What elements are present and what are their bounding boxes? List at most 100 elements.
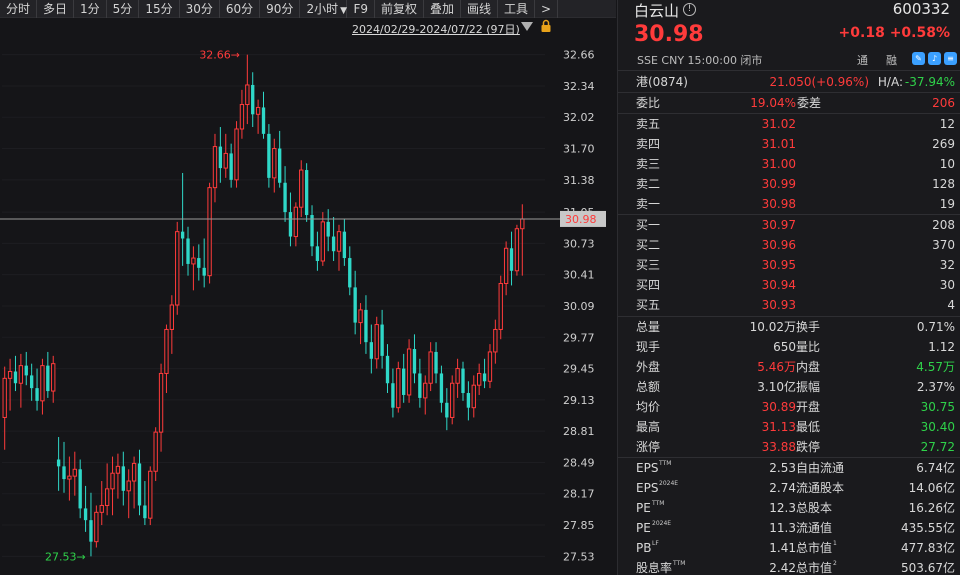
candle-body — [493, 328, 498, 353]
row-label-2: 振幅 — [796, 380, 821, 394]
row-value: 31.13 — [761, 420, 796, 434]
toolbar-item-label: 2小时 — [306, 2, 339, 16]
toolbar-item-label: 多日 — [43, 2, 68, 16]
info-icon[interactable]: ! — [683, 3, 696, 16]
stat-row[interactable]: 总量 10.02万 换手 0.71% — [618, 317, 960, 337]
ask-row[interactable]: 卖二 30.99 128 — [618, 174, 960, 194]
candle-body — [18, 365, 24, 384]
ask-row[interactable]: 卖五 31.02 12 — [618, 114, 960, 134]
stock-code: 600332 — [892, 0, 950, 18]
edit-icon[interactable]: ✎ — [912, 52, 925, 65]
y-tick-label: 31.38 — [563, 174, 595, 187]
kline-chart[interactable]: 32.6632.3432.0231.7031.3831.0530.7330.41… — [0, 19, 616, 575]
date-range-link[interactable]: 2024/02/29-2024/07/22 (97日) — [352, 21, 520, 37]
row-value-2: 4 — [947, 298, 955, 312]
toolbar-item-8[interactable]: 2小时 ▼ — [300, 0, 348, 18]
candle-body — [126, 480, 131, 492]
toolbar-item-13[interactable]: 工具 — [498, 0, 536, 18]
row-value-2: 435.55亿 — [901, 521, 955, 535]
candle-body — [239, 104, 245, 130]
candle-body — [78, 469, 82, 509]
row-value-2: 128 — [932, 177, 955, 191]
y-tick-label: 30.41 — [563, 269, 595, 282]
toolbar-item-4[interactable]: 15分 — [139, 0, 180, 18]
stat-row[interactable]: 总额 3.10亿 振幅 2.37% — [618, 377, 960, 397]
y-tick-label: 27.85 — [563, 519, 595, 532]
candle-body — [331, 236, 336, 252]
row-label-2: 跌停 — [796, 440, 821, 454]
candle-body — [455, 368, 460, 384]
label-superscript: 1 — [833, 540, 837, 547]
candle-body — [131, 462, 137, 482]
bell-icon[interactable]: ♪ — [928, 52, 941, 65]
bid-row[interactable]: 买一 30.97 208 — [618, 215, 960, 235]
hk-row[interactable]: 港(0874) 21.050(+0.96%) H/A: -37.94% — [618, 72, 960, 92]
stock-name: 白云山 — [634, 2, 680, 20]
bid-row[interactable]: 买三 30.95 32 — [618, 255, 960, 275]
row-value: 11.3 — [769, 521, 796, 535]
bid-row[interactable]: 买五 30.93 4 — [618, 295, 960, 315]
ask-row[interactable]: 卖四 31.01 269 — [618, 134, 960, 154]
candle-body — [251, 84, 255, 115]
toolbar-item-0[interactable]: 分时 — [0, 0, 38, 18]
toolbar-item-label: F9 — [353, 2, 368, 16]
stat-row[interactable]: 现手 650 量比 1.12 — [618, 337, 960, 357]
row-value: 31.02 — [761, 117, 796, 131]
y-tick-label: 28.17 — [563, 488, 595, 501]
toolbar-item-7[interactable]: 90分 — [260, 0, 301, 18]
stat-row[interactable]: 均价 30.89 开盘 30.75 — [618, 397, 960, 417]
candle-body — [143, 505, 147, 519]
bid-row[interactable]: 买二 30.96 370 — [618, 235, 960, 255]
lock-icon[interactable] — [540, 19, 552, 33]
candle-body — [207, 187, 212, 277]
candle-body — [466, 393, 471, 408]
toolbar-item-11[interactable]: 叠加 — [424, 0, 462, 18]
fundamental-row[interactable]: PE 2024E 11.3 流通值 435.55亿 — [618, 518, 960, 538]
ask-row[interactable]: 卖三 31.00 10 — [618, 154, 960, 174]
row-value-2: 30 — [939, 278, 955, 292]
fundamental-row[interactable]: 股息率 TTM 2.42 总市值 503.67亿 2 — [618, 558, 960, 575]
toolbar-item-5[interactable]: 30分 — [180, 0, 220, 18]
candle-body — [99, 504, 104, 513]
toolbar-item-label: 30分 — [185, 2, 213, 16]
toolbar-item-14[interactable]: > — [535, 0, 559, 18]
candle-body — [46, 365, 50, 392]
toolbar-item-9[interactable]: F9 — [347, 0, 375, 18]
candle-body — [498, 282, 503, 330]
label-superscript: LF — [652, 540, 659, 547]
label-superscript: 2 — [833, 560, 837, 567]
toolbar-item-10[interactable]: 前复权 — [375, 0, 424, 18]
ask-row[interactable]: 卖一 30.98 19 — [618, 194, 960, 214]
row-label: 股息率 — [636, 561, 673, 575]
row-value: 2.53 — [769, 461, 796, 475]
candle-body — [272, 148, 277, 179]
range-dropdown-caret-icon[interactable] — [521, 22, 533, 31]
toolbar-item-label: 工具 — [504, 2, 529, 16]
row-label-2: 总市值 — [796, 561, 833, 575]
toolbar-item-12[interactable]: 画线 — [461, 0, 499, 18]
stat-row[interactable]: 最高 31.13 最低 30.40 — [618, 417, 960, 437]
candle-body — [520, 218, 525, 230]
row-value: 2.42 — [769, 561, 796, 575]
bid-row[interactable]: 买四 30.94 30 — [618, 275, 960, 295]
fundamental-row[interactable]: EPS 2024E 2.74 流通股本 14.06亿 — [618, 478, 960, 498]
row-value-2: 4.57万 — [916, 360, 955, 374]
candle-body — [503, 247, 509, 284]
toolbar-item-3[interactable]: 5分 — [107, 0, 140, 18]
menu-icon[interactable]: ≡ — [944, 52, 957, 65]
candle-body — [412, 349, 417, 374]
kline-chart-panel[interactable]: 32.6632.3432.0231.7031.3831.0530.7330.41… — [0, 19, 616, 575]
stat-row[interactable]: 外盘 5.46万 内盘 4.57万 — [618, 357, 960, 377]
y-tick-label: 29.13 — [563, 394, 595, 407]
row-label: 买三 — [636, 258, 661, 272]
candle-body — [2, 377, 7, 418]
toolbar-item-6[interactable]: 60分 — [220, 0, 261, 18]
toolbar-item-2[interactable]: 1分 — [74, 0, 107, 18]
candle-body — [509, 248, 514, 271]
row-value-2: 477.83亿 — [901, 541, 955, 555]
row-label-2: 内盘 — [796, 360, 821, 374]
row-value: 30.93 — [761, 298, 796, 312]
row-value-2: 503.67亿 — [901, 561, 955, 575]
toolbar-item-1[interactable]: 多日 — [37, 0, 75, 18]
fundamental-row[interactable]: PB LF 1.41 总市值 477.83亿 1 — [618, 538, 960, 558]
